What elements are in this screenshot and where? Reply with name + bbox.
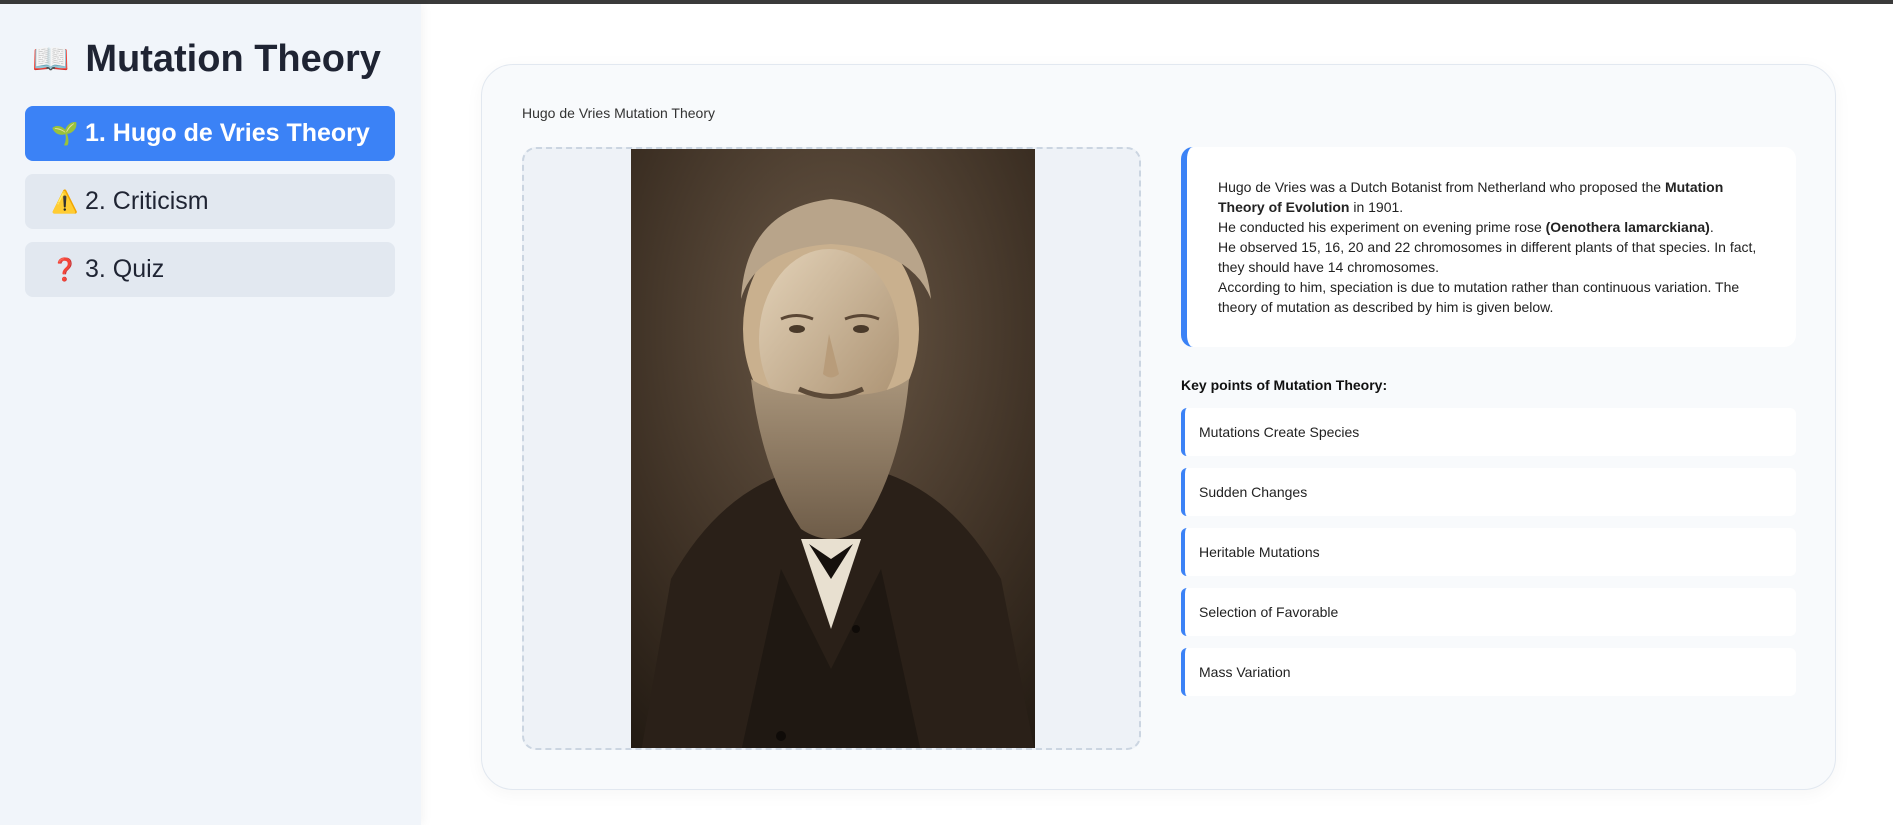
key-point-item[interactable]: Selection of Favorable [1181,588,1796,636]
key-points-heading: Key points of Mutation Theory: [1181,377,1388,393]
sidebar-item-label: 1. Hugo de Vries Theory [85,119,370,147]
app-title-text: Mutation Theory [85,38,381,80]
question-mark-icon: ❓ [51,256,79,282]
content-card: Hugo de Vries Mutation Theory Hugo de Vr… [481,64,1836,790]
warning-icon: ⚠️ [51,188,79,214]
sidebar-item-criticism[interactable]: ⚠️ 2. Criticism [25,174,395,229]
app-title: 📖 Mutation Theory [32,38,381,81]
sidebar-item-label: 2. Criticism [85,187,209,215]
key-point-item[interactable]: Sudden Changes [1181,468,1796,516]
sidebar-item-hugo-de-vries-theory[interactable]: 🌱 1. Hugo de Vries Theory [25,106,395,161]
sidebar: 📖 Mutation Theory 🌱 1. Hugo de Vries The… [0,4,421,825]
intro-paragraph-1: Hugo de Vries was a Dutch Botanist from … [1218,179,1724,215]
key-point-item[interactable]: Mutations Create Species [1181,408,1796,456]
key-point-label: Heritable Mutations [1199,544,1320,560]
key-point-label: Mutations Create Species [1199,424,1360,440]
intro-paragraph-2: He conducted his experiment on evening p… [1218,219,1714,235]
book-icon: 📖 [32,43,70,76]
key-point-label: Mass Variation [1199,664,1291,680]
key-point-label: Sudden Changes [1199,484,1308,500]
key-point-label: Selection of Favorable [1199,604,1339,620]
portrait-image-frame [522,147,1141,750]
sidebar-item-label: 3. Quiz [85,255,165,283]
intro-paragraph-3: He observed 15, 16, 20 and 22 chromosome… [1218,239,1757,275]
plant-species-name: (Oenothera lamarckiana) [1545,219,1710,235]
hugo-de-vries-portrait [631,149,1035,748]
intro-text-box: Hugo de Vries was a Dutch Botanist from … [1181,147,1796,347]
seedling-icon: 🌱 [51,120,79,146]
key-point-item[interactable]: Heritable Mutations [1181,528,1796,576]
sidebar-item-quiz[interactable]: ❓ 3. Quiz [25,242,395,297]
card-title: Hugo de Vries Mutation Theory [522,105,715,121]
intro-paragraph-4: According to him, speciation is due to m… [1218,279,1740,315]
key-point-item[interactable]: Mass Variation [1181,648,1796,696]
